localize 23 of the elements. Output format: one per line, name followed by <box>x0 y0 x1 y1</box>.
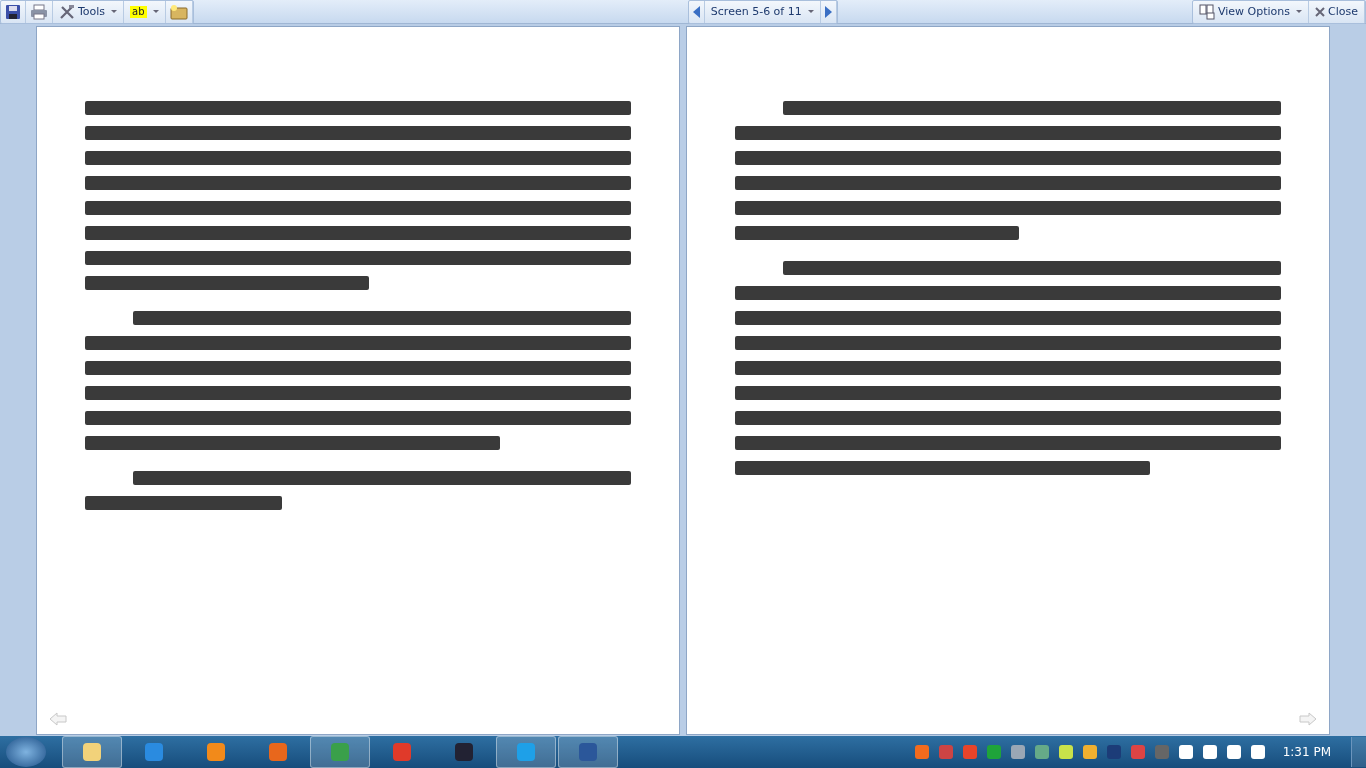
tools-menu-button[interactable]: Tools <box>53 0 125 23</box>
caret-icon <box>111 10 118 13</box>
pages-icon <box>1198 3 1215 20</box>
close-icon <box>1315 6 1325 17</box>
view-options-button[interactable]: View Options <box>1192 0 1309 23</box>
word-taskbar-button[interactable] <box>558 736 618 768</box>
close-button[interactable]: Close <box>1309 0 1365 23</box>
next-page-arrow-icon[interactable] <box>1299 712 1317 726</box>
printer-icon <box>30 3 48 20</box>
explorer-taskbar-button[interactable] <box>62 736 122 768</box>
chrome-taskbar-button[interactable] <box>310 736 370 768</box>
clock[interactable]: 1:31 PM <box>1282 745 1331 759</box>
caret-icon <box>152 10 159 13</box>
folder-icon <box>169 3 188 20</box>
start-button[interactable] <box>6 737 46 767</box>
left-triangle-icon <box>692 5 700 18</box>
show-desktop-button[interactable] <box>1351 737 1366 767</box>
caret-icon <box>1296 10 1302 13</box>
highlight-button[interactable]: ab <box>124 0 166 23</box>
previous-page-arrow-icon[interactable] <box>49 712 67 726</box>
caret-icon <box>807 10 814 13</box>
skype-taskbar-button[interactable] <box>496 736 556 768</box>
right-triangle-icon <box>824 5 832 18</box>
